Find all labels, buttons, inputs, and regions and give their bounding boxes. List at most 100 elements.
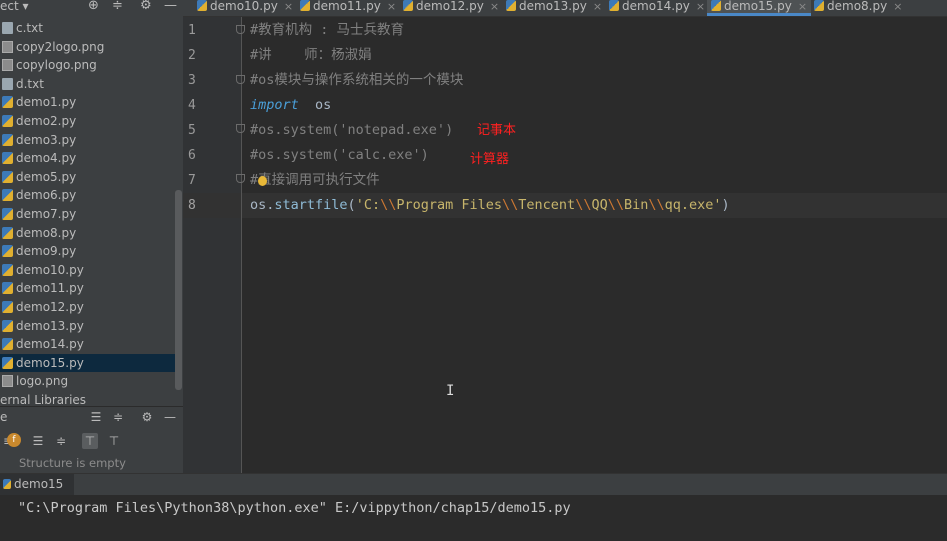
run-tab[interactable]: demo15 (0, 474, 74, 495)
python-file-icon (506, 0, 516, 11)
run-tab-label: demo15 (14, 477, 64, 491)
code-line-4: import os (250, 93, 331, 118)
project-tree: c.txt copy2logo.png copylogo.png d.txt demo1… (0, 16, 183, 406)
text-cursor-icon: I (446, 383, 455, 399)
close-tab-icon[interactable]: × (387, 0, 396, 13)
project-view-selector[interactable]: ect ▾ (0, 0, 29, 13)
editor-tab[interactable]: demo14.py × (605, 0, 709, 16)
gear-icon[interactable]: ⚙ (140, 0, 152, 13)
editor-tab-label: demo13.py (519, 0, 587, 13)
editor-tab-label: demo10.py (210, 0, 278, 13)
external-libraries-label: ernal Libraries (0, 393, 87, 406)
autoscroll-from-source-icon[interactable]: ⊤ (106, 433, 122, 449)
project-file-item[interactable]: demo9.py (0, 242, 176, 260)
hide-icon[interactable]: — (164, 0, 177, 13)
project-file-item[interactable]: d.txt (0, 75, 176, 93)
collapse-all-icon[interactable]: ≑ (110, 409, 126, 425)
editor-tab[interactable]: demo12.py × (399, 0, 503, 16)
editor-tab-bar: demo10.py × demo11.py × demo12.py × demo13.py ×… (183, 0, 947, 17)
code-line-7: #直接调用可执行文件 (250, 172, 380, 188)
fold-marker[interactable] (236, 174, 245, 183)
project-file-item[interactable]: c.txt (0, 19, 176, 37)
project-file-item[interactable]: demo6.py (0, 186, 176, 204)
run-command-text: "C:\Program Files\Python38\python.exe" E… (18, 500, 571, 516)
expand-all-icon[interactable]: ☰ (88, 409, 104, 425)
project-file-item[interactable]: demo15.py (0, 353, 176, 372)
project-file-item[interactable]: demo13.py (0, 317, 176, 335)
project-file-item[interactable]: demo7.py (0, 205, 176, 223)
collapse-icon[interactable]: ≑ (53, 433, 69, 449)
project-file-item[interactable]: copylogo.png (0, 56, 176, 74)
project-file-item[interactable]: demo10.py (0, 261, 176, 279)
annotation-notepad: 记事本 (477, 123, 517, 138)
code-line-8: os.startfile('C:\\Program Files\\Tencent… (250, 193, 730, 218)
identifier-os: os (298, 97, 332, 113)
close-tab-icon[interactable]: × (798, 0, 807, 13)
structure-panel-title: e (0, 410, 8, 424)
python-file-icon (2, 208, 13, 220)
sort-visibility-icon[interactable]: ☰ (30, 433, 46, 449)
python-file-icon (711, 0, 721, 11)
editor-tab[interactable]: demo10.py × (193, 0, 297, 16)
python-file-icon (3, 479, 11, 489)
autoscroll-to-source-icon[interactable]: ⊤ (82, 433, 98, 449)
editor-tab-label: demo8.py (827, 0, 888, 13)
project-file-item[interactable]: demo12.py (0, 298, 176, 316)
python-file-icon (403, 0, 413, 11)
close-tab-icon[interactable]: × (593, 0, 602, 13)
project-file-item[interactable]: demo14.py (0, 335, 176, 353)
python-file-icon (300, 0, 310, 11)
structure-body: Structure is empty (0, 454, 183, 473)
python-file-icon (2, 170, 13, 183)
project-file-item[interactable]: demo11.py (0, 279, 176, 297)
line-number: 5 (188, 123, 196, 138)
project-file-name: demo1.py (16, 95, 77, 110)
fold-marker[interactable] (236, 124, 245, 133)
project-file-name: copylogo.png (16, 58, 97, 73)
project-file-name: copy2logo.png (16, 39, 105, 54)
code-line-2: #讲 师：杨淑娟 (250, 47, 372, 63)
project-file-name: demo2.py (16, 114, 77, 128)
project-file-item[interactable]: demo1.py (0, 93, 176, 111)
string-part: Tencent (518, 197, 576, 213)
close-tab-icon[interactable]: × (696, 0, 705, 13)
project-file-name: demo10.py (16, 262, 84, 277)
editor-tab[interactable]: demo13.py × (502, 0, 606, 16)
string-part: Bin (623, 197, 649, 213)
hide-icon[interactable]: — (162, 409, 178, 425)
locate-icon[interactable]: ⊕ (88, 0, 99, 13)
project-file-item[interactable]: logo.png (0, 372, 176, 390)
editor-tab-label: demo14.py (622, 0, 690, 13)
line-number: 2 (188, 48, 196, 63)
code-line-5: #os.system('notepad.exe') (250, 122, 454, 138)
project-file-name: demo7.py (16, 207, 77, 221)
collapse-icon[interactable]: ≑ (112, 0, 123, 13)
close-tab-icon[interactable]: × (284, 0, 293, 13)
editor-tab[interactable]: demo15.py × (707, 0, 812, 16)
project-file-item[interactable]: demo5.py (0, 168, 176, 186)
close-tab-icon[interactable]: × (893, 0, 902, 13)
close-tab-icon[interactable]: × (490, 0, 499, 13)
external-libraries-node[interactable]: ernal Libraries (0, 391, 176, 406)
editor-tab[interactable]: demo11.py × (296, 0, 400, 16)
text-file-icon (2, 77, 13, 90)
intention-bulb-icon[interactable] (258, 176, 267, 186)
project-file-name: demo14.py (16, 337, 84, 352)
python-file-icon (2, 301, 13, 313)
fold-marker[interactable] (236, 25, 245, 34)
project-file-item[interactable]: demo8.py (0, 224, 176, 242)
editor-tab[interactable]: demo8.py × (810, 0, 906, 16)
project-file-item[interactable]: demo2.py (0, 112, 176, 130)
escape-sequence: \\ (648, 197, 665, 213)
project-tree-scrollbar[interactable] (175, 190, 182, 390)
line-number: 4 (188, 98, 196, 113)
fold-marker[interactable] (236, 75, 245, 84)
project-file-item[interactable]: demo4.py (0, 149, 176, 167)
gear-icon[interactable]: ⚙ (139, 409, 155, 425)
string-part: Program Files (396, 197, 503, 213)
python-file-icon (2, 189, 13, 202)
project-file-item[interactable]: copy2logo.png (0, 38, 176, 56)
structure-toolbar: ≡ f ☰ ≑ ⊤ ⊤ (0, 428, 183, 454)
project-file-item[interactable]: demo3.py (0, 131, 176, 149)
show-fields-icon[interactable]: f (7, 433, 21, 447)
